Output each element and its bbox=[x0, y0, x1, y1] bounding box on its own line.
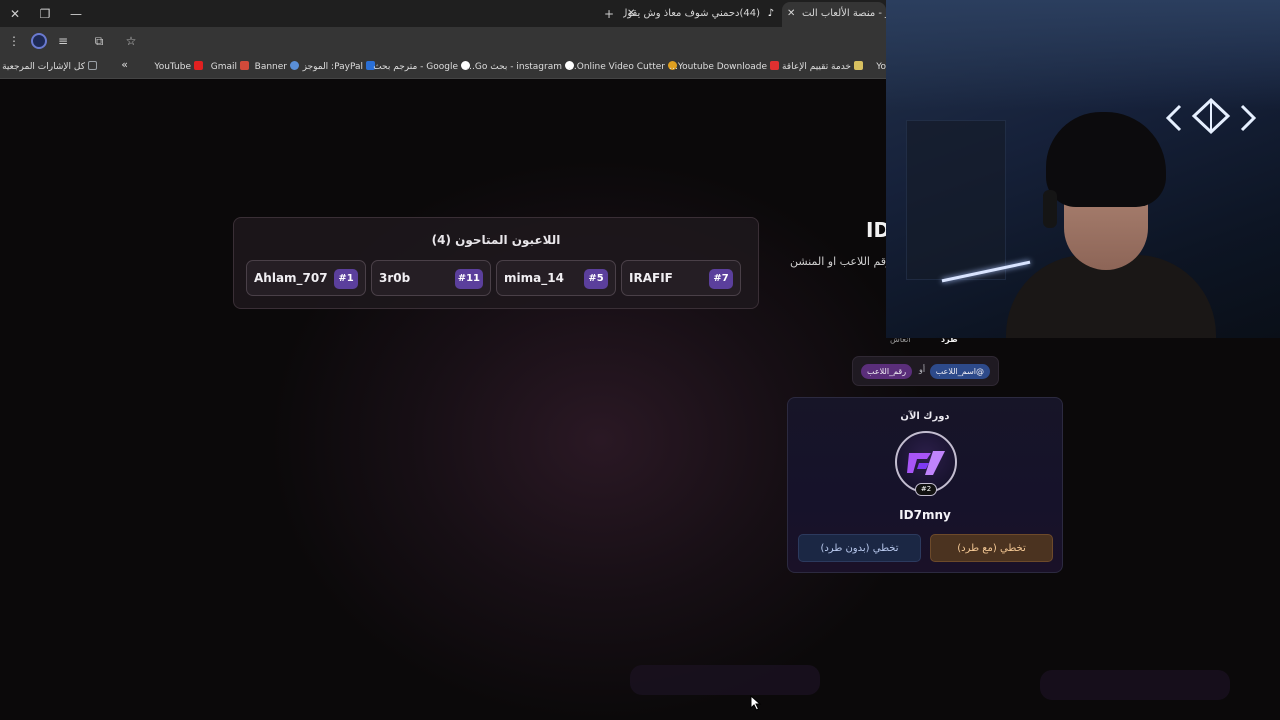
player-name: Ahlam_707 bbox=[254, 271, 328, 285]
service-icon bbox=[854, 61, 863, 70]
profile-avatar-icon[interactable] bbox=[31, 33, 47, 49]
close-window-icon[interactable]: ✕ bbox=[7, 6, 23, 22]
side-panel-hint: رقم اللاعب او المنشن bbox=[790, 255, 892, 268]
gmail-icon bbox=[240, 61, 249, 70]
bookmark-star-icon[interactable]: ☆ bbox=[124, 34, 138, 48]
player-name: IRAFIF bbox=[629, 271, 673, 285]
close-tab-icon[interactable]: ✕ bbox=[787, 2, 795, 25]
bookmark-youtube-2[interactable]: Yo bbox=[876, 60, 886, 74]
bookmark-paypal[interactable]: PayPal: الموجز bbox=[303, 60, 378, 74]
bookmark-gmail[interactable]: Gmail bbox=[211, 60, 252, 74]
menu-kebab-icon[interactable]: ⋮ bbox=[7, 34, 21, 48]
bookmark-instagram-search[interactable]: instagram - بحث Go... bbox=[466, 60, 577, 74]
media-control-icon[interactable]: ≡ bbox=[56, 34, 70, 48]
neon-code-sign-icon bbox=[1165, 97, 1257, 135]
background-button-shadow bbox=[630, 665, 820, 695]
avatar-number-badge: #2 bbox=[915, 483, 937, 496]
webcam-person-hair bbox=[1046, 112, 1166, 207]
webcam-overlay bbox=[886, 0, 1280, 338]
player-chip[interactable]: IRAFIF #7 bbox=[621, 260, 741, 296]
command-syntax-hint: @اسم_اللاعب أو رقم_اللاعب bbox=[852, 356, 999, 386]
minimize-window-icon[interactable]: — bbox=[68, 6, 84, 22]
tab-jawla[interactable]: ✕ Jawla - منصة الألعاب الت bbox=[782, 2, 886, 27]
restore-window-icon[interactable]: ❐ bbox=[37, 6, 53, 22]
bookmark-all[interactable]: كل الإشارات المرجعية bbox=[2, 60, 100, 74]
player-logo-icon bbox=[907, 451, 945, 475]
player-chip[interactable]: Ahlam_707 #1 bbox=[246, 260, 366, 296]
bookmark-youtube[interactable]: YouTube bbox=[154, 60, 206, 74]
syntax-tag-mention: @اسم_اللاعب bbox=[929, 364, 990, 379]
syntax-or-label: أو bbox=[919, 365, 926, 374]
youtube-icon bbox=[194, 61, 203, 70]
browser-toolbar: ⋮ ≡ ⧉ ☆ bbox=[0, 27, 886, 55]
player-number-badge: #1 bbox=[334, 269, 358, 289]
bookmark-overflow-chevron[interactable]: » bbox=[121, 58, 128, 72]
bookmark-youtube-downloader[interactable]: Youtube Downloade... bbox=[669, 60, 782, 74]
extensions-icon[interactable]: ⧉ bbox=[92, 34, 106, 48]
folder-icon bbox=[88, 61, 97, 70]
bookmark-google-translate[interactable]: Google - مترجم بحث bbox=[373, 60, 473, 74]
current-turn-card: دورك الآن #2 ID7mny تخطي (مع طرد) تخطي (… bbox=[787, 397, 1063, 573]
background-button-shadow bbox=[1040, 670, 1230, 700]
mouse-cursor-icon bbox=[750, 695, 762, 711]
globe-icon bbox=[290, 61, 299, 70]
new-tab-button[interactable]: + bbox=[601, 6, 617, 22]
tab-title: (44)دحمني شوف معاذ وش يقول... bbox=[623, 8, 760, 19]
webcam-room-shelf bbox=[906, 120, 1006, 280]
browser-tab-strip: ✕ ❐ — + ✕ ♪ (44)دحمني شوف معاذ وش يقول..… bbox=[0, 0, 886, 27]
current-player-name: ID7mny bbox=[899, 508, 951, 522]
headset-icon bbox=[1043, 190, 1057, 228]
player-chip[interactable]: 3r0b #11 bbox=[371, 260, 491, 296]
bookmark-video-cutter[interactable]: Online Video Cutter... bbox=[568, 60, 680, 74]
bookmarks-bar: كل الإشارات المرجعية » YouTube Gmail Ban… bbox=[0, 55, 886, 79]
player-number-badge: #11 bbox=[454, 269, 483, 289]
player-number-badge: #7 bbox=[709, 269, 733, 289]
available-players-panel: اللاعبون المتاحون (4) IRAFIF #7 mima_14 … bbox=[233, 217, 759, 309]
bookmark-banner[interactable]: Banner bbox=[255, 60, 302, 74]
player-name: 3r0b bbox=[379, 271, 411, 285]
tiktok-icon: ♪ bbox=[767, 8, 774, 19]
syntax-tag-number: رقم_اللاعب bbox=[861, 364, 913, 379]
downloader-icon bbox=[770, 61, 779, 70]
webcam-room-ceiling bbox=[886, 0, 1280, 110]
player-number-badge: #5 bbox=[584, 269, 608, 289]
bookmark-disability-service[interactable]: خدمة تقييم الإعاقة bbox=[782, 60, 866, 74]
tab-title: Jawla - منصة الألعاب الت bbox=[802, 8, 886, 19]
skip-without-kick-button[interactable]: تخطي (بدون طرد) bbox=[798, 534, 921, 562]
tab-tiktok[interactable]: ✕ ♪ (44)دحمني شوف معاذ وش يقول... bbox=[623, 2, 780, 27]
player-name: mima_14 bbox=[504, 271, 564, 285]
available-players-title: اللاعبون المتاحون (4) bbox=[431, 233, 561, 247]
skip-with-kick-button[interactable]: تخطي (مع طرد) bbox=[930, 534, 1053, 562]
player-chip[interactable]: mima_14 #5 bbox=[496, 260, 616, 296]
turn-title: دورك الآن bbox=[900, 411, 950, 422]
